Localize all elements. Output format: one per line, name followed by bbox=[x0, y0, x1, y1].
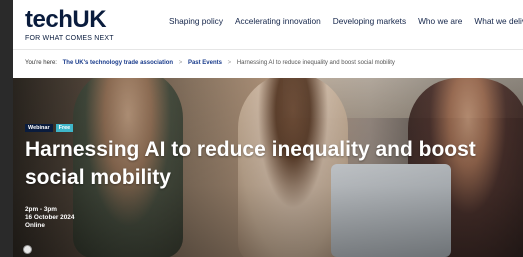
event-tags: Webinar Free bbox=[25, 124, 74, 132]
nav-who-we-are[interactable]: Who we are bbox=[418, 16, 462, 26]
main-nav: Shaping policy Accelerating innovation D… bbox=[169, 16, 523, 26]
breadcrumb-separator: > bbox=[227, 60, 232, 66]
nav-what-we-deliver[interactable]: What we delive bbox=[474, 16, 523, 26]
browser-frame: techUK FOR WHAT COMES NEXT Shaping polic… bbox=[0, 0, 523, 257]
breadcrumb-separator: > bbox=[178, 60, 183, 66]
nav-accelerating-innovation[interactable]: Accelerating innovation bbox=[235, 16, 321, 26]
site-header: techUK FOR WHAT COMES NEXT Shaping polic… bbox=[13, 0, 523, 50]
window-edge bbox=[0, 0, 13, 257]
web-page: techUK FOR WHAT COMES NEXT Shaping polic… bbox=[13, 0, 523, 257]
techuk-logo[interactable]: techUK FOR WHAT COMES NEXT bbox=[25, 6, 114, 43]
cookie-settings-icon[interactable] bbox=[23, 245, 32, 254]
hero-banner: Webinar Free Harnessing AI to reduce ine… bbox=[13, 78, 523, 257]
event-date: 16 October 2024 bbox=[25, 214, 75, 221]
nav-developing-markets[interactable]: Developing markets bbox=[333, 16, 406, 26]
nav-shaping-policy[interactable]: Shaping policy bbox=[169, 16, 223, 26]
breadcrumb-prefix: You're here: bbox=[25, 60, 57, 66]
logo-tagline: FOR WHAT COMES NEXT bbox=[25, 35, 114, 42]
tag-free: Free bbox=[55, 124, 74, 132]
event-time: 2pm - 3pm bbox=[25, 206, 57, 213]
event-title: Harnessing AI to reduce inequality and b… bbox=[25, 138, 476, 189]
event-location: Online bbox=[25, 222, 45, 229]
event-details: 2pm - 3pm 16 October 2024 Online bbox=[25, 206, 74, 230]
breadcrumb-link-past-events[interactable]: Past Events bbox=[188, 60, 222, 66]
breadcrumb-current: Harnessing AI to reduce inequality and b… bbox=[236, 60, 395, 66]
breadcrumb: You're here: The UK's technology trade a… bbox=[25, 60, 395, 66]
breadcrumb-link-association[interactable]: The UK's technology trade association bbox=[63, 60, 173, 66]
logo-wordmark: techUK bbox=[25, 6, 107, 33]
tag-webinar: Webinar bbox=[25, 124, 53, 132]
